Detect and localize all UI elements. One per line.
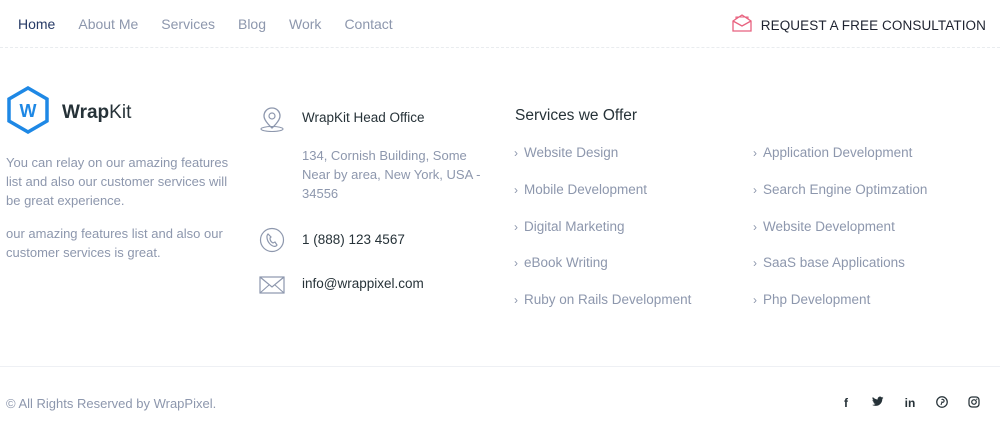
wrapkit-logo-icon: W [6,85,50,139]
chevron-right-icon: › [753,293,757,307]
service-link[interactable]: › eBook Writing [514,255,608,270]
chevron-right-icon: › [753,183,757,197]
chevron-right-icon: › [753,146,757,160]
service-link[interactable]: › SaaS base Applications [753,255,905,270]
twitter-icon[interactable] [862,396,894,411]
chevron-right-icon: › [514,293,518,307]
envelope-open-icon [732,14,752,37]
facebook-icon[interactable]: f [830,396,862,411]
pinterest-icon[interactable] [926,396,958,411]
envelope-icon [258,275,286,300]
nav-link-home[interactable]: Home [18,16,55,32]
service-link[interactable]: › Website Design [514,145,618,160]
cta-label: REQUEST A FREE CONSULTATION [760,18,986,33]
office-address: 134, Cornish Building, Some Near by area… [302,148,481,201]
nav-link-services[interactable]: Services [161,16,215,32]
svg-text:W: W [20,101,37,121]
contact-email[interactable]: info@wrappixel.com [302,276,424,291]
service-link[interactable]: › Digital Marketing [514,219,625,234]
nav-links: Home About Me Services Blog Work Contact [18,16,416,32]
copyright-text: © All Rights Reserved by WrapPixel. [6,396,217,411]
social-links: f in [830,396,990,411]
service-link[interactable]: › Website Development [753,219,895,234]
chevron-right-icon: › [514,183,518,197]
chevron-right-icon: › [753,220,757,234]
chevron-right-icon: › [514,220,518,234]
service-link[interactable]: › Search Engine Optimzation [753,182,927,197]
linkedin-icon[interactable]: in [894,396,926,411]
footer-divider [0,366,1000,367]
service-link[interactable]: › Php Development [753,292,870,307]
top-nav: Home About Me Services Blog Work Contact… [0,0,1000,48]
contact-phone[interactable]: 1 (888) 123 4567 [302,232,405,247]
phone-icon [258,227,286,258]
service-link[interactable]: › Mobile Development [514,182,647,197]
brand-logo[interactable]: W WrapKit [6,85,132,139]
nav-link-work[interactable]: Work [289,16,321,32]
nav-link-blog[interactable]: Blog [238,16,266,32]
request-consultation-button[interactable]: REQUEST A FREE CONSULTATION [732,14,986,37]
chevron-right-icon: › [514,146,518,160]
chevron-right-icon: › [514,256,518,270]
chevron-right-icon: › [753,256,757,270]
services-title: Services we Offer [515,107,638,124]
office-title: WrapKit Head Office [302,110,425,125]
nav-link-about[interactable]: About Me [78,16,138,32]
map-pin-icon [258,106,286,137]
about-text: You can relay on our amazing features li… [6,153,236,276]
nav-link-contact[interactable]: Contact [344,16,392,32]
instagram-icon[interactable] [958,396,990,411]
service-link[interactable]: › Ruby on Rails Development [514,292,691,307]
about-paragraph-2: our amazing features list and also our c… [6,226,223,260]
about-paragraph-1: You can relay on our amazing features li… [6,155,229,208]
service-link[interactable]: › Application Development [753,145,912,160]
brand-name: WrapKit [62,101,132,123]
